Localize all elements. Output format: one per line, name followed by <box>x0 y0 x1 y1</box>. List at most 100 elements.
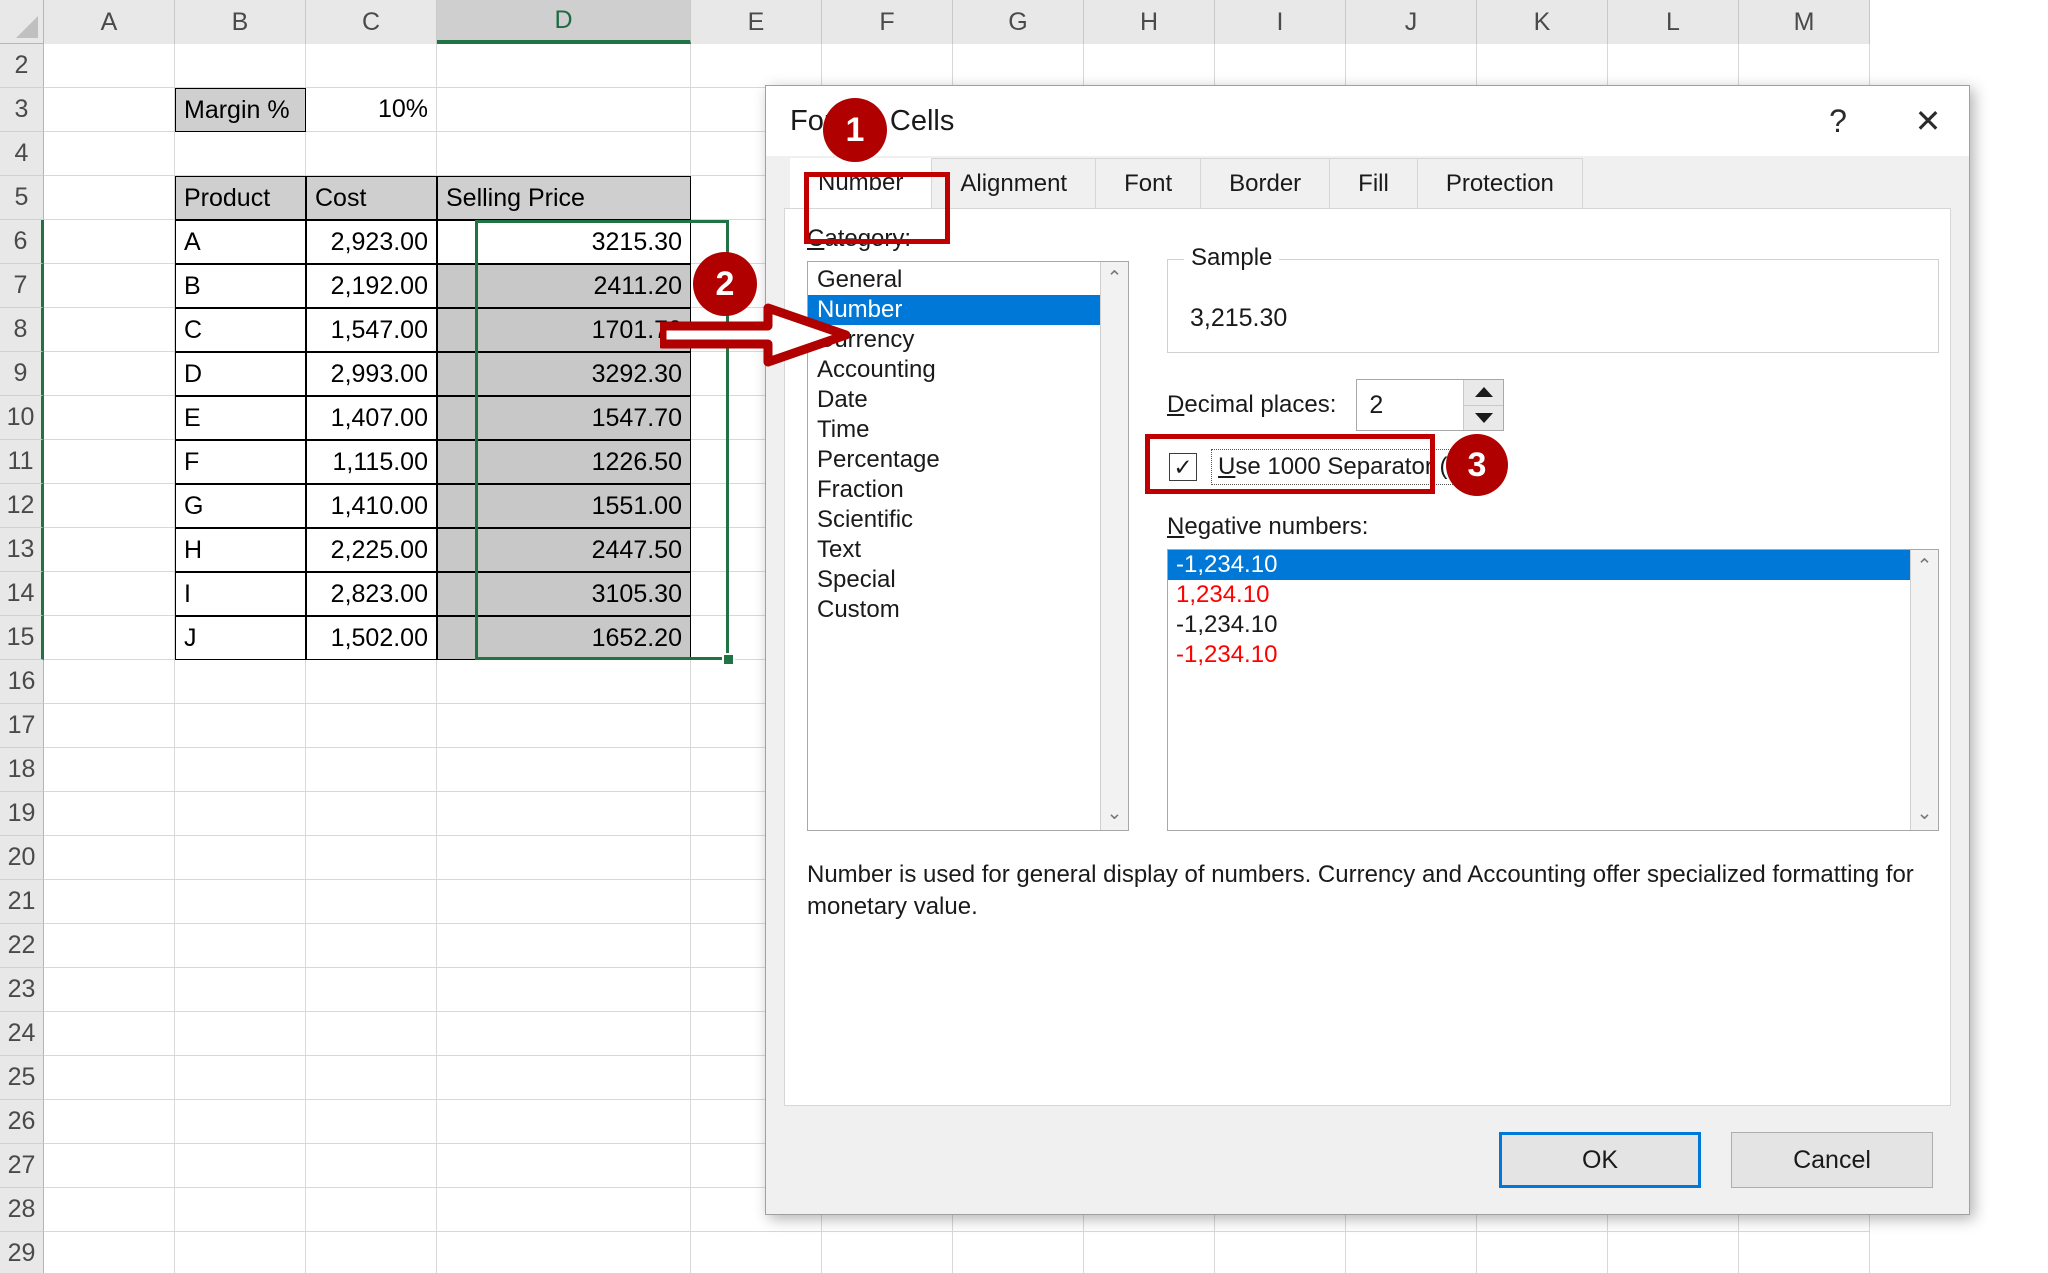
cell-C9[interactable]: 2,993.00 <box>306 352 437 396</box>
cell-C26[interactable] <box>306 1100 437 1144</box>
cell-A23[interactable] <box>44 968 175 1012</box>
cell-C5[interactable]: Cost <box>306 176 437 220</box>
cell-B29[interactable] <box>175 1232 306 1273</box>
cell-C22[interactable] <box>306 924 437 968</box>
cell-C8[interactable]: 1,547.00 <box>306 308 437 352</box>
category-item-date[interactable]: Date <box>808 385 1100 415</box>
row-header-5[interactable]: 5 <box>0 176 44 220</box>
row-header-12[interactable]: 12 <box>0 484 44 528</box>
cell-B20[interactable] <box>175 836 306 880</box>
cell-A10[interactable] <box>44 396 175 440</box>
scroll-down-icon[interactable]: ⌄ <box>1107 804 1123 823</box>
category-item-number[interactable]: Number <box>808 295 1100 325</box>
category-item-general[interactable]: General <box>808 265 1100 295</box>
cell-A14[interactable] <box>44 572 175 616</box>
cell-B23[interactable] <box>175 968 306 1012</box>
cell-B16[interactable] <box>175 660 306 704</box>
row-header-18[interactable]: 18 <box>0 748 44 792</box>
column-header-k[interactable]: K <box>1477 0 1608 44</box>
cell-D4[interactable] <box>437 132 691 176</box>
cell-D18[interactable] <box>437 748 691 792</box>
category-item-percentage[interactable]: Percentage <box>808 445 1100 475</box>
cell-D23[interactable] <box>437 968 691 1012</box>
row-header-11[interactable]: 11 <box>0 440 44 484</box>
negative-number-option-2[interactable]: 1,234.10 <box>1168 580 1910 610</box>
column-header-e[interactable]: E <box>691 0 822 44</box>
cell-D12[interactable]: 1551.00 <box>437 484 691 528</box>
row-header-17[interactable]: 17 <box>0 704 44 748</box>
cell-B7[interactable]: B <box>175 264 306 308</box>
column-header-c[interactable]: C <box>306 0 437 44</box>
select-all-corner[interactable] <box>0 0 44 44</box>
cell-A22[interactable] <box>44 924 175 968</box>
column-header-h[interactable]: H <box>1084 0 1215 44</box>
cell-A15[interactable] <box>44 616 175 660</box>
row-header-24[interactable]: 24 <box>0 1012 44 1056</box>
help-icon[interactable]: ? <box>1815 103 1861 140</box>
cell-C29[interactable] <box>306 1232 437 1273</box>
cell-K29[interactable] <box>1477 1232 1608 1273</box>
column-header-i[interactable]: I <box>1215 0 1346 44</box>
cell-A11[interactable] <box>44 440 175 484</box>
row-header-10[interactable]: 10 <box>0 396 44 440</box>
row-header-13[interactable]: 13 <box>0 528 44 572</box>
cell-C6[interactable]: 2,923.00 <box>306 220 437 264</box>
cell-C18[interactable] <box>306 748 437 792</box>
cell-D14[interactable]: 3105.30 <box>437 572 691 616</box>
cell-B2[interactable] <box>175 44 306 88</box>
cell-B5[interactable]: Product <box>175 176 306 220</box>
cell-J29[interactable] <box>1346 1232 1477 1273</box>
cell-F2[interactable] <box>822 44 953 88</box>
cell-C23[interactable] <box>306 968 437 1012</box>
row-header-3[interactable]: 3 <box>0 88 44 132</box>
cell-C12[interactable]: 1,410.00 <box>306 484 437 528</box>
tab-protection[interactable]: Protection <box>1416 158 1583 208</box>
cell-B12[interactable]: G <box>175 484 306 528</box>
cell-M2[interactable] <box>1739 44 1870 88</box>
cell-B9[interactable]: D <box>175 352 306 396</box>
cell-D19[interactable] <box>437 792 691 836</box>
cell-D27[interactable] <box>437 1144 691 1188</box>
cell-D21[interactable] <box>437 880 691 924</box>
column-header-m[interactable]: M <box>1739 0 1870 44</box>
cell-C16[interactable] <box>306 660 437 704</box>
cell-B15[interactable]: J <box>175 616 306 660</box>
row-header-25[interactable]: 25 <box>0 1056 44 1100</box>
cell-E29[interactable] <box>691 1232 822 1273</box>
scroll-up-icon[interactable]: ⌃ <box>1917 557 1933 576</box>
cell-B28[interactable] <box>175 1188 306 1232</box>
cell-C13[interactable]: 2,225.00 <box>306 528 437 572</box>
cell-A26[interactable] <box>44 1100 175 1144</box>
cell-B18[interactable] <box>175 748 306 792</box>
column-header-d[interactable]: D <box>437 0 691 44</box>
scroll-up-icon[interactable]: ⌃ <box>1107 269 1123 288</box>
cell-A27[interactable] <box>44 1144 175 1188</box>
negative-number-option-4[interactable]: -1,234.10 <box>1168 640 1910 670</box>
row-header-8[interactable]: 8 <box>0 308 44 352</box>
cell-A18[interactable] <box>44 748 175 792</box>
tab-border[interactable]: Border <box>1200 158 1330 208</box>
row-header-26[interactable]: 26 <box>0 1100 44 1144</box>
row-header-23[interactable]: 23 <box>0 968 44 1012</box>
cell-A7[interactable] <box>44 264 175 308</box>
cell-B27[interactable] <box>175 1144 306 1188</box>
row-header-16[interactable]: 16 <box>0 660 44 704</box>
cell-H29[interactable] <box>1084 1232 1215 1273</box>
cell-I2[interactable] <box>1215 44 1346 88</box>
cell-D2[interactable] <box>437 44 691 88</box>
category-scrollbar[interactable]: ⌃ ⌄ <box>1100 262 1128 830</box>
cell-C2[interactable] <box>306 44 437 88</box>
cell-D13[interactable]: 2447.50 <box>437 528 691 572</box>
negative-numbers-listbox[interactable]: -1,234.10 1,234.10 -1,234.10 -1,234.10 ⌃ ⌄ <box>1167 549 1939 831</box>
row-header-7[interactable]: 7 <box>0 264 44 308</box>
cell-C11[interactable]: 1,115.00 <box>306 440 437 484</box>
cell-B26[interactable] <box>175 1100 306 1144</box>
row-header-22[interactable]: 22 <box>0 924 44 968</box>
cell-B11[interactable]: F <box>175 440 306 484</box>
cell-A4[interactable] <box>44 132 175 176</box>
tab-alignment[interactable]: Alignment <box>931 158 1096 208</box>
cell-A28[interactable] <box>44 1188 175 1232</box>
cell-J2[interactable] <box>1346 44 1477 88</box>
cell-D6[interactable]: 3215.30 <box>437 220 691 264</box>
ok-button[interactable]: OK <box>1499 1132 1701 1188</box>
